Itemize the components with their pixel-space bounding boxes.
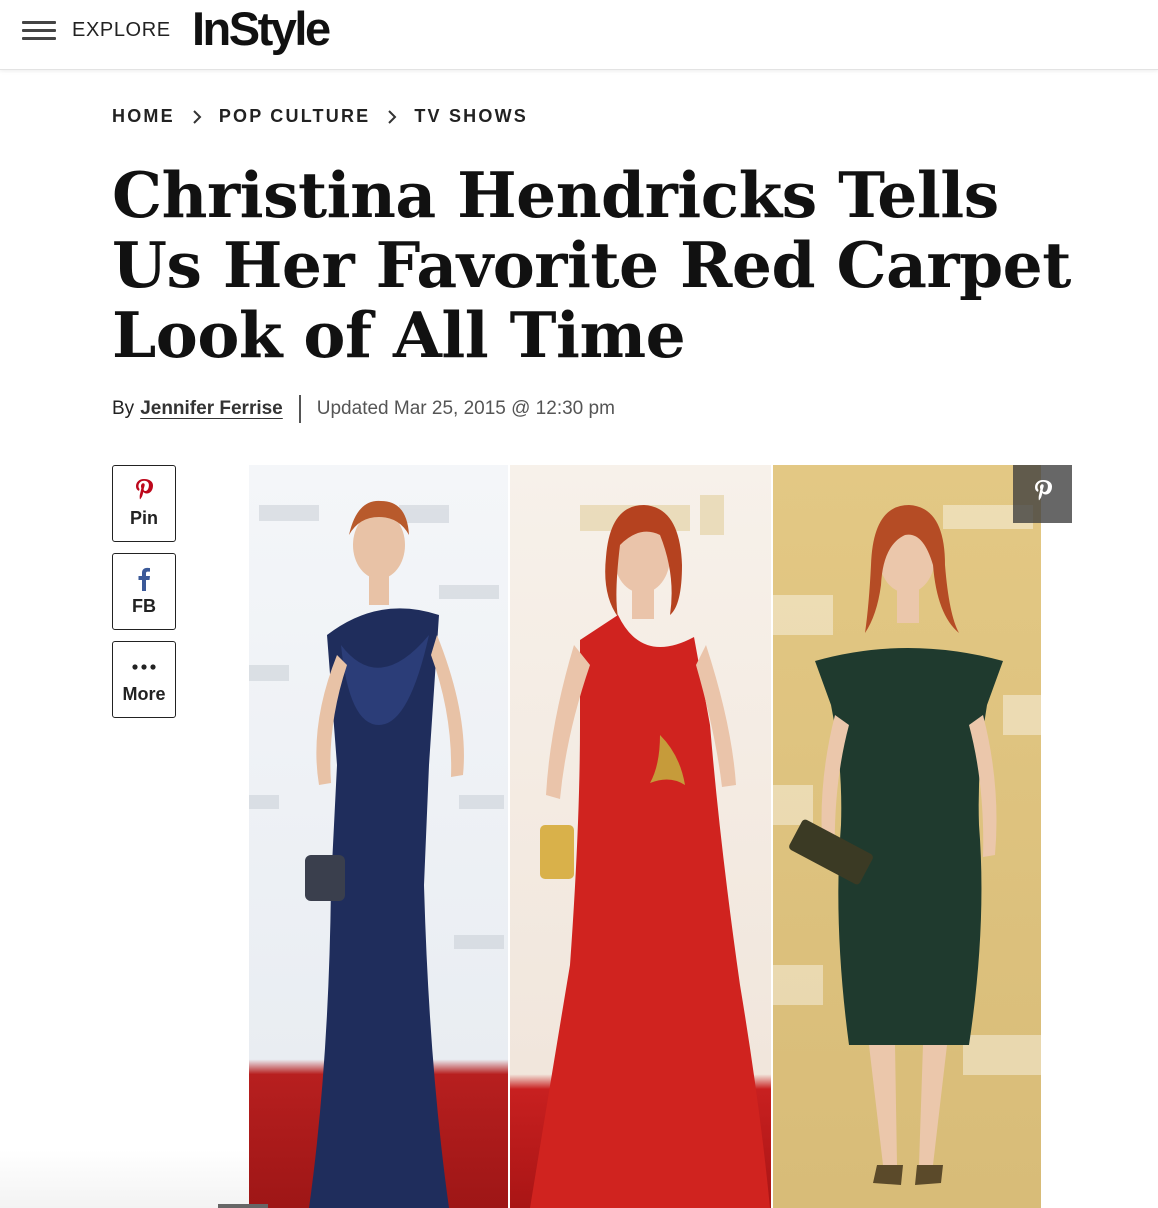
- photo-panel-red-gown: [510, 465, 771, 1208]
- site-header: EXPLORE InStyle: [0, 0, 1158, 70]
- menu-icon[interactable]: [22, 19, 58, 43]
- ellipsis-icon: [131, 654, 157, 680]
- pinterest-icon: [134, 478, 154, 504]
- more-label: More: [122, 684, 166, 704]
- explore-link[interactable]: EXPLORE: [72, 19, 171, 42]
- byline: By Jennifer Ferrise Updated Mar 25, 2015…: [112, 395, 615, 423]
- scroll-indicator: [218, 1204, 268, 1208]
- facebook-icon: [137, 566, 151, 592]
- author-link[interactable]: Jennifer Ferrise: [140, 398, 283, 420]
- updated-timestamp: Updated Mar 25, 2015 @ 12:30 pm: [316, 398, 615, 419]
- breadcrumb-home[interactable]: HOME: [112, 106, 175, 127]
- pin-share-button[interactable]: Pin: [112, 465, 176, 542]
- chevron-right-icon: [370, 109, 414, 125]
- byline-prefix: By: [112, 398, 135, 419]
- breadcrumb-pop-culture[interactable]: POP CULTURE: [219, 106, 371, 127]
- fb-label: FB: [132, 596, 156, 616]
- woman-figure-illustration: [773, 505, 1041, 1185]
- bottom-fade: [0, 1150, 249, 1208]
- byline-divider: [298, 395, 301, 423]
- woman-figure-illustration: [249, 500, 504, 1208]
- hero-image[interactable]: [249, 465, 1041, 1208]
- more-share-button[interactable]: More: [112, 641, 176, 718]
- facebook-share-button[interactable]: FB: [112, 553, 176, 630]
- breadcrumb: HOME POP CULTURE TV SHOWS: [112, 106, 528, 127]
- photo-panel-green-dress: [773, 465, 1041, 1208]
- pinterest-icon: [1033, 478, 1053, 511]
- woman-figure-illustration: [530, 495, 770, 1208]
- chevron-right-icon: [175, 109, 219, 125]
- photo-panel-navy-gown: [249, 465, 508, 1208]
- pin-label: Pin: [129, 508, 158, 528]
- site-logo[interactable]: InStyle: [192, 1, 331, 56]
- article-title: Christina Hendricks Tells Us Her Favorit…: [112, 158, 1071, 372]
- breadcrumb-tv-shows[interactable]: TV SHOWS: [414, 106, 528, 127]
- pin-image-button[interactable]: [1013, 465, 1072, 523]
